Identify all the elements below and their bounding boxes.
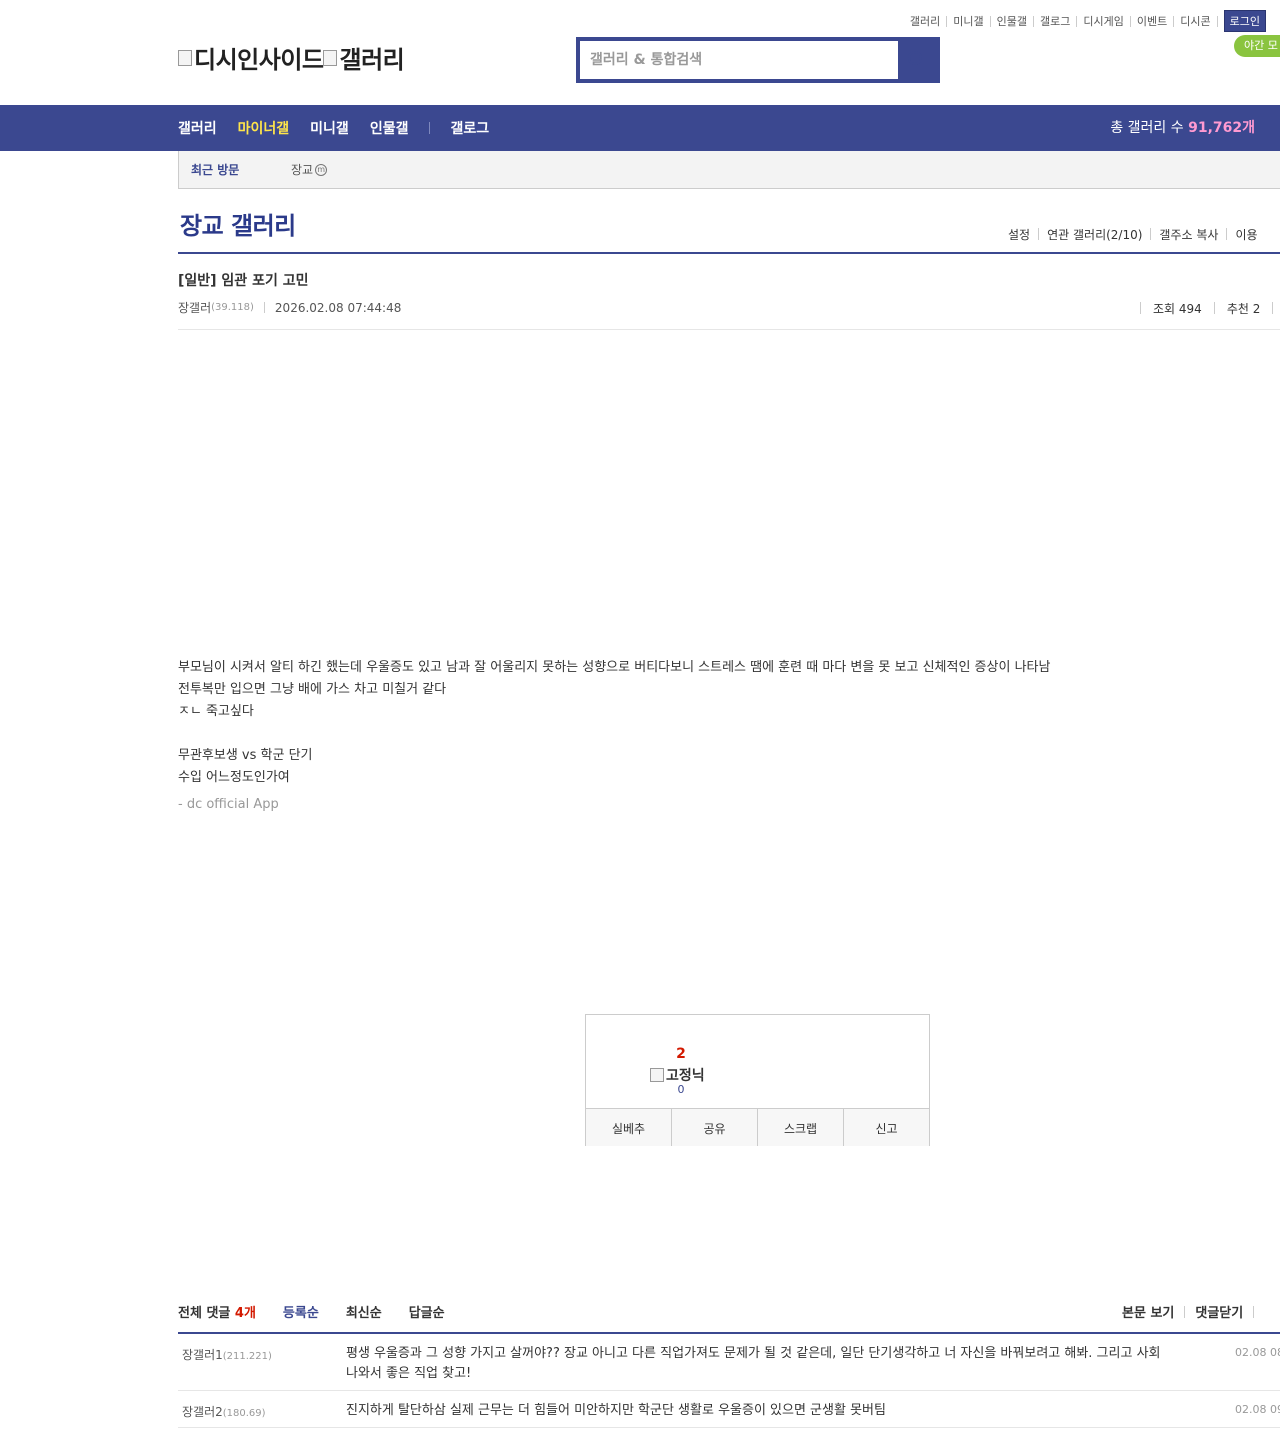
post-header: [일반] 임관 포기 고민 장갤러 (39.118) 2026.02.08 07… [178, 270, 401, 316]
nav-gallery[interactable]: 갤러리 [178, 118, 217, 138]
comment-nick-name: 장갤러1 [182, 1348, 223, 1362]
search-input[interactable]: 갤러리 & 통합검색 [580, 41, 898, 79]
post-body-line: 전투복만 입으면 그냥 배에 가스 차고 미칠거 같다 [178, 682, 447, 697]
nav-person-gallery[interactable]: 인물갤 [370, 118, 409, 138]
top-link-event[interactable]: 이벤트 [1131, 15, 1175, 27]
comments-header: 전체 댓글 4개 등록순 최신순 답글순 [178, 1302, 445, 1321]
recent-visits-bar: 최근 방문 장교 m [178, 151, 1280, 189]
minor-gallery-badge-icon: m [315, 163, 328, 176]
comment-nick[interactable]: 장갤러2(180.69) [182, 1403, 266, 1420]
gallery-title[interactable]: 장교 갤러리 [180, 206, 296, 241]
divider [1184, 1305, 1186, 1318]
comment-row: 장갤러2(180.69) 진지하게 탈단하삼 실제 근무는 더 힘들어 미안하지… [178, 1391, 1280, 1428]
gallery-usage-link[interactable]: 이용 [1227, 226, 1265, 243]
comment-row: 장갤러1(211.221) 평생 우울증과 그 성향 가지고 살꺼야?? 장교 … [178, 1334, 1280, 1391]
recommend-count: 2 [676, 1046, 686, 1062]
divider [1213, 302, 1215, 314]
divider [263, 302, 265, 313]
post-author-ip: (39.118) [211, 302, 254, 313]
logo-gallery-text: 갤러리 [339, 46, 405, 74]
post-counts: 조회 494 추천 2 [1128, 298, 1280, 318]
search-button[interactable] [898, 41, 936, 79]
gallery-options: 설정 연관 갤러리(2/10) 갤주소 복사 이용 [1000, 226, 1266, 243]
search-bar: 갤러리 & 통합검색 [576, 37, 940, 83]
top-link-game[interactable]: 디시게임 [1077, 15, 1131, 27]
fixed-nick-recommend-button[interactable]: 고정닉 [650, 1065, 705, 1085]
divider [1253, 1305, 1255, 1318]
night-mode-button[interactable]: 야간 모 [1234, 35, 1280, 57]
comments-total-count: 4개 [234, 1306, 256, 1321]
top-link-gallog[interactable]: 갤로그 [1034, 15, 1078, 27]
recent-visit-label: 장교 [291, 163, 314, 177]
comment-date: 02.08 09 [1235, 1403, 1280, 1416]
copy-gallery-url-link[interactable]: 갤주소 복사 [1151, 226, 1226, 243]
post-body-line: ㅈㄴ 죽고싶다 [178, 704, 254, 719]
nav-minor-gallery[interactable]: 마이너갤 [238, 118, 290, 138]
comment-nick-ip: (211.221) [222, 1351, 272, 1362]
sort-replies[interactable]: 답글순 [409, 1302, 445, 1321]
site-logo[interactable]: 디시인사이드 갤러리 [178, 40, 405, 75]
post-body-line: 부모님이 시켜서 알티 하긴 했는데 우울증도 있고 남과 잘 어울리지 못하는… [178, 660, 1051, 675]
post-body-line: 수입 어느정도인가여 [178, 770, 290, 785]
recommend-actions: 실베추 공유 스크랩 신고 [586, 1108, 929, 1146]
title-divider [178, 252, 1280, 254]
comment-nick-name: 장갤러2 [182, 1405, 223, 1419]
comment-text: 진지하게 탈단하삼 실제 근무는 더 힘들어 미안하지만 학군단 생활로 우울증… [346, 1403, 886, 1418]
divider [1272, 302, 1274, 314]
comment-nick-ip: (180.69) [222, 1408, 266, 1419]
comments-actions: 본문 보기 댓글닫기 [1122, 1302, 1264, 1321]
total-gallery-count: 총 갤러리 수 91,762개 [1110, 105, 1255, 151]
recommend-box: 2 고정닉 0 실베추 공유 스크랩 신고 [585, 1014, 930, 1146]
post-title: [일반] 임관 포기 고민 [178, 273, 309, 289]
comments-total-label: 전체 댓글 [178, 1306, 231, 1321]
real-best-recommend-button[interactable]: 실베추 [586, 1109, 672, 1146]
total-gallery-label: 총 갤러리 수 [1110, 120, 1184, 136]
comment-nick[interactable]: 장갤러1(211.221) [182, 1346, 272, 1363]
post-date: 2026.02.08 07:44:48 [274, 300, 402, 315]
post-meta: 장갤러 (39.118) 2026.02.08 07:44:48 [178, 299, 401, 316]
fixed-nick-image-alt: 고정닉 [666, 1068, 705, 1084]
nav-divider [429, 122, 431, 134]
logo-site-text: 디시인사이드 [194, 46, 324, 74]
comment-date: 02.08 08 [1235, 1346, 1280, 1359]
fixed-nick-recommend-count: 0 [677, 1083, 685, 1096]
nav-mini-gallery[interactable]: 미니갤 [310, 118, 349, 138]
app-signature: - dc official App [178, 797, 279, 812]
global-nav: 갤러리 마이너갤 미니갤 인물갤 갤로그 총 갤러리 수 91,762개 [0, 105, 1280, 151]
post-body: 부모님이 시켜서 알티 하긴 했는데 우울증도 있고 남과 잘 어울리지 못하는… [178, 658, 1078, 817]
post-body-empty-line [178, 724, 1078, 746]
sort-registered[interactable]: 등록순 [283, 1302, 319, 1321]
top-link-mini[interactable]: 미니갤 [947, 15, 991, 27]
total-gallery-number: 91,762개 [1188, 120, 1255, 136]
share-button[interactable]: 공유 [672, 1109, 758, 1146]
top-link-dcon[interactable]: 디시콘 [1174, 15, 1218, 27]
comments-total: 전체 댓글 4개 [178, 1302, 256, 1321]
post-recommend-count: 추천 2 [1226, 301, 1261, 316]
close-comments-link[interactable]: 댓글닫기 [1195, 1302, 1243, 1321]
divider [1140, 302, 1141, 314]
broken-image-icon [650, 1068, 664, 1082]
view-body-link[interactable]: 본문 보기 [1122, 1302, 1174, 1321]
header-divider [178, 329, 1280, 330]
recent-visit-item[interactable]: 장교 m [291, 161, 328, 178]
comment-text: 평생 우울증과 그 성향 가지고 살꺼야?? 장교 아니고 다른 직업가져도 문… [346, 1346, 1161, 1381]
related-gallery-link[interactable]: 연관 갤러리(2/10) [1039, 226, 1150, 243]
sort-latest[interactable]: 최신순 [346, 1302, 382, 1321]
scrap-button[interactable]: 스크랩 [758, 1109, 844, 1146]
post-views: 조회 494 [1153, 301, 1202, 316]
broken-image-icon [178, 49, 192, 66]
top-utility-links: 갤러리 미니갤 인물갤 갤로그 디시게임 이벤트 디시콘 로그인 [904, 10, 1266, 32]
post-author[interactable]: 장갤러 [178, 299, 211, 316]
search-icon [908, 51, 922, 65]
gallery-settings-link[interactable]: 설정 [1000, 226, 1038, 243]
post-body-line: 무관후보생 vs 학군 단기 [178, 748, 313, 763]
broken-image-icon [323, 49, 338, 66]
report-button[interactable]: 신고 [844, 1109, 929, 1146]
top-link-person[interactable]: 인물갤 [991, 15, 1035, 27]
top-link-gallery[interactable]: 갤러리 [904, 15, 948, 27]
login-button[interactable]: 로그인 [1223, 10, 1266, 32]
nav-gallog[interactable]: 갤로그 [450, 118, 489, 138]
recent-visits-title: 최근 방문 [191, 163, 240, 177]
